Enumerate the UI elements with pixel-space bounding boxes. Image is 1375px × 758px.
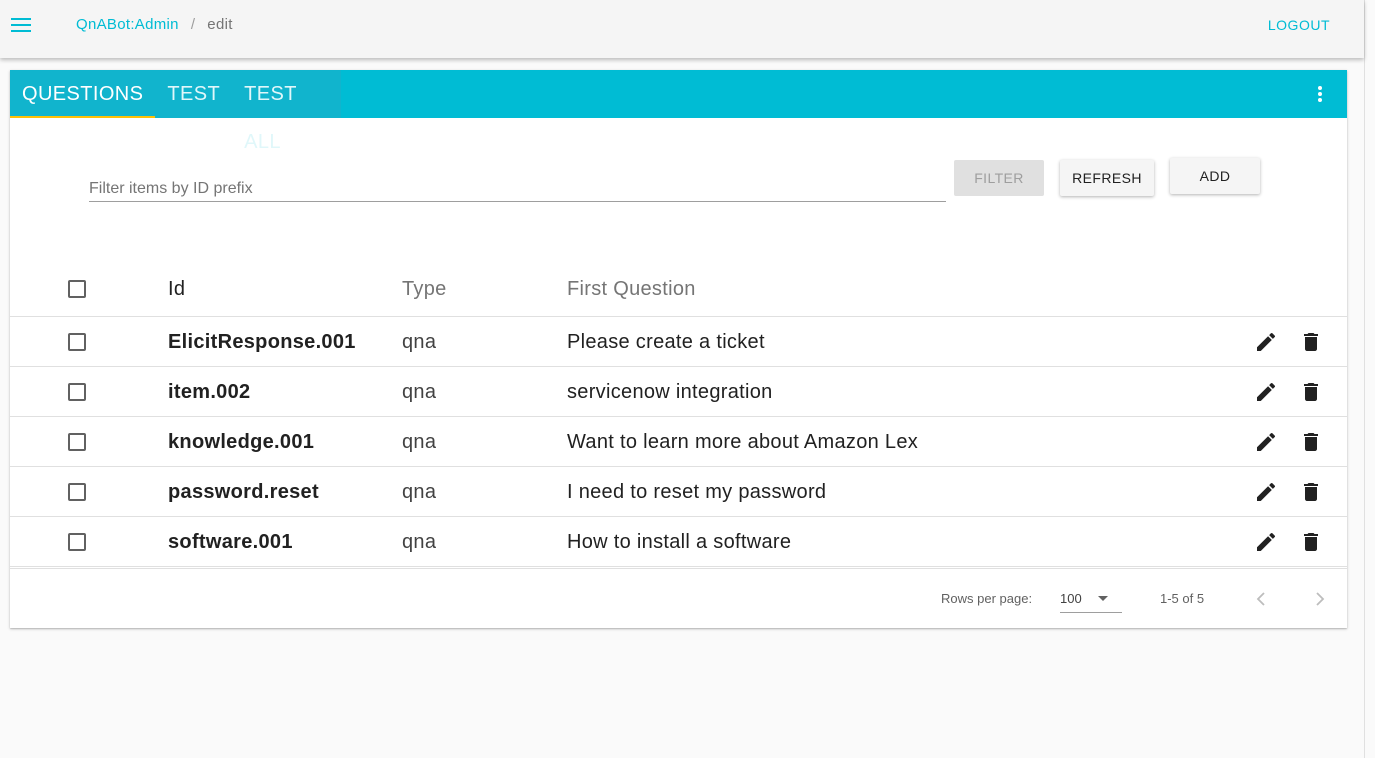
table-row[interactable]: knowledge.001 qna Want to learn more about… [10, 417, 1347, 467]
breadcrumb-home-link[interactable]: QnABot:Admin [76, 16, 179, 33]
tab-group: QUESTIONS TEST TEST ALL [10, 70, 341, 153]
row-id: software.001 [168, 531, 293, 553]
row-first-question: How to install a software [567, 531, 792, 553]
dropdown-arrow-icon [1098, 596, 1108, 601]
rows-per-page-value: 100 [1060, 591, 1082, 606]
row-type: qna [402, 481, 437, 503]
row-type: qna [402, 381, 437, 403]
row-checkbox[interactable] [68, 433, 86, 451]
row-id: item.002 [168, 381, 251, 403]
row-id: ElicitResponse.001 [168, 331, 356, 353]
column-header-id[interactable]: Id [168, 266, 185, 316]
rows-per-page-select[interactable]: 100 [1060, 585, 1122, 613]
row-type: qna [402, 531, 437, 553]
pagination-range: 1-5 of 5 [1160, 591, 1205, 606]
refresh-button[interactable]: REFRESH [1060, 160, 1154, 196]
row-checkbox[interactable] [68, 533, 86, 551]
tab-test[interactable]: TEST [155, 70, 232, 118]
row-first-question: Please create a ticket [567, 331, 765, 353]
delete-icon[interactable] [1299, 380, 1323, 404]
logout-button[interactable]: LOGOUT [1268, 17, 1330, 33]
chevron-left-icon[interactable] [1249, 587, 1273, 611]
chevron-right-icon[interactable] [1308, 587, 1332, 611]
table-row[interactable]: item.002 qna servicenow integration [10, 367, 1347, 417]
table-row[interactable]: password.reset qna I need to reset my pass… [10, 467, 1347, 517]
delete-icon[interactable] [1299, 330, 1323, 354]
edit-icon[interactable] [1254, 380, 1278, 404]
row-first-question: Want to learn more about Amazon Lex [567, 431, 919, 453]
add-button[interactable]: ADD [1170, 158, 1260, 194]
breadcrumb-current: edit [207, 16, 233, 33]
breadcrumb: QnABot:Admin / edit [76, 16, 233, 33]
table-header-row: Id Type First Question [10, 266, 1347, 317]
table-row[interactable]: ElicitResponse.001 qna Please create a tic… [10, 317, 1347, 367]
row-first-question: servicenow integration [567, 381, 773, 403]
edit-icon[interactable] [1254, 530, 1278, 554]
scrollbar-track[interactable] [1364, 0, 1375, 758]
more-vert-icon[interactable] [1313, 84, 1327, 104]
edit-icon[interactable] [1254, 430, 1278, 454]
row-checkbox[interactable] [68, 383, 86, 401]
delete-icon[interactable] [1299, 480, 1323, 504]
menu-icon[interactable] [11, 17, 31, 33]
breadcrumb-separator: / [190, 16, 196, 33]
questions-card: QUESTIONS TEST TEST ALL FILTER REFRESH A… [10, 70, 1347, 628]
edit-icon[interactable] [1254, 330, 1278, 354]
rows-per-page-label: Rows per page: [941, 591, 1033, 606]
row-first-question: I need to reset my password [567, 481, 827, 503]
delete-icon[interactable] [1299, 430, 1323, 454]
tab-questions[interactable]: QUESTIONS [10, 70, 156, 118]
table-row[interactable]: software.001 qna How to install a software [10, 517, 1347, 567]
row-checkbox[interactable] [68, 333, 86, 351]
delete-icon[interactable] [1299, 530, 1323, 554]
app-bar: QnABot:Admin / edit LOGOUT [0, 0, 1364, 58]
row-id: knowledge.001 [168, 431, 315, 453]
pagination-bar: Rows per page: 100 1-5 of 5 [10, 568, 1347, 628]
tab-test-all[interactable]: TEST ALL [232, 70, 341, 153]
column-header-first-question[interactable]: First Question [567, 266, 696, 316]
column-header-type[interactable]: Type [402, 266, 447, 316]
edit-icon[interactable] [1254, 480, 1278, 504]
filter-input[interactable] [89, 172, 946, 202]
tab-bar: QUESTIONS TEST TEST ALL [10, 70, 1347, 153]
questions-table: Id Type First Question ElicitResponse.00… [10, 266, 1347, 567]
row-id: password.reset [168, 481, 319, 503]
select-all-checkbox[interactable] [68, 280, 86, 298]
filter-button[interactable]: FILTER [954, 160, 1044, 196]
row-checkbox[interactable] [68, 483, 86, 501]
row-type: qna [402, 431, 437, 453]
row-type: qna [402, 331, 437, 353]
